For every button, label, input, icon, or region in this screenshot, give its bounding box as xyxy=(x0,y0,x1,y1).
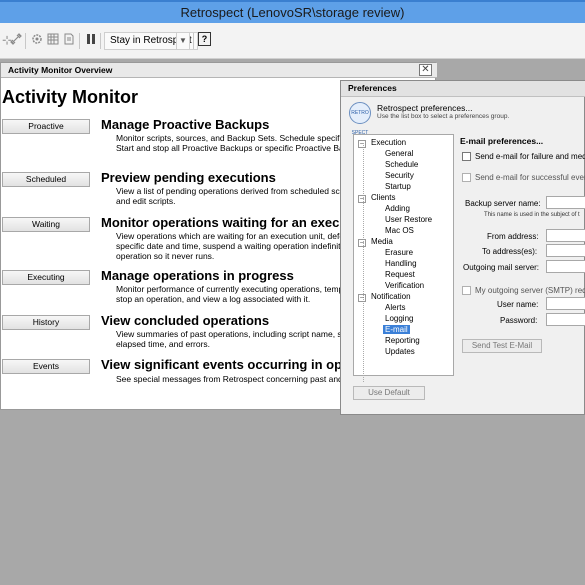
send-failure-checkbox[interactable] xyxy=(462,152,471,161)
activity-monitor-header-title: Activity Monitor Overview xyxy=(8,65,113,75)
username-input[interactable] xyxy=(546,297,585,310)
toolbar-separator xyxy=(100,33,101,49)
proactive-button[interactable]: Proactive xyxy=(2,119,90,134)
tree-item-logging[interactable]: Logging xyxy=(385,314,413,323)
send-failure-label: Send e-mail for failure and media r xyxy=(475,152,585,161)
from-address-input[interactable] xyxy=(546,229,585,242)
preferences-tree[interactable]: − Execution General Schedule Security St… xyxy=(353,134,454,382)
smtp-auth-checkbox[interactable] xyxy=(462,286,471,295)
stay-dropdown-chevron-down-icon[interactable]: ▼ xyxy=(176,32,190,50)
section-heading: Manage Proactive Backups xyxy=(101,117,270,132)
backup-server-note: This name is used in the subject of t xyxy=(484,212,580,218)
preferences-heading: Retrospect preferences... xyxy=(377,103,473,113)
preferences-subheading: Use the list box to select a preferences… xyxy=(377,113,510,120)
tree-item-mac-os[interactable]: Mac OS xyxy=(385,226,414,235)
tree-category-clients[interactable]: Clients xyxy=(371,193,395,202)
tree-item-user-restore[interactable]: User Restore xyxy=(385,215,432,224)
tree-connector xyxy=(363,145,364,382)
tree-category-execution[interactable]: Execution xyxy=(371,138,406,147)
link-icon[interactable] xyxy=(9,33,23,47)
username-label: User name: xyxy=(497,300,539,309)
tree-item-handling[interactable]: Handling xyxy=(385,259,417,268)
send-test-email-button[interactable]: Send Test E-Mail xyxy=(462,339,542,353)
tree-item-erasure[interactable]: Erasure xyxy=(385,248,413,257)
section-heading: Manage operations in progress xyxy=(101,268,294,283)
executing-button[interactable]: Executing xyxy=(2,270,90,285)
tree-item-general[interactable]: General xyxy=(385,149,413,158)
tree-category-media[interactable]: Media xyxy=(371,237,393,246)
activity-monitor-header: Activity Monitor Overview ✕ xyxy=(1,63,437,78)
waiting-button[interactable]: Waiting xyxy=(2,217,90,232)
document-icon[interactable] xyxy=(62,33,76,47)
tree-item-reporting[interactable]: Reporting xyxy=(385,336,420,345)
password-label: Password: xyxy=(500,316,538,325)
section-heading: Preview pending executions xyxy=(101,170,276,185)
help-icon[interactable]: ? xyxy=(198,32,211,46)
toolbar-separator xyxy=(79,33,80,49)
to-address-input[interactable] xyxy=(546,244,585,257)
collapse-icon[interactable]: − xyxy=(358,294,366,302)
smtp-auth-label: My outgoing server (SMTP) requir xyxy=(475,286,585,295)
scheduled-button[interactable]: Scheduled xyxy=(2,172,90,187)
collapse-icon[interactable]: − xyxy=(358,239,366,247)
tree-item-adding[interactable]: Adding xyxy=(385,204,410,213)
tree-item-schedule[interactable]: Schedule xyxy=(385,160,418,169)
preferences-title: Preferences xyxy=(348,83,397,93)
toolbar-separator xyxy=(193,33,194,49)
from-address-label: From address: xyxy=(487,232,539,241)
close-icon[interactable]: ✕ xyxy=(419,64,432,76)
tree-item-security[interactable]: Security xyxy=(385,171,414,180)
to-address-label: To address(es): xyxy=(482,247,538,256)
mail-server-input[interactable] xyxy=(546,260,585,273)
tree-item-email[interactable]: E-mail xyxy=(383,325,410,334)
page-title: Activity Monitor xyxy=(2,87,139,107)
backup-server-label: Backup server name: xyxy=(465,199,541,208)
gear-icon[interactable] xyxy=(30,33,44,47)
use-default-button[interactable]: Use Default xyxy=(353,386,425,400)
password-input[interactable] xyxy=(546,313,585,326)
toolbar-separator xyxy=(25,33,26,49)
preferences-dialog: Preferences RETRO SPECT Retrospect prefe… xyxy=(340,80,585,415)
window-title-bar: Retrospect (LenovoSR\storage review) xyxy=(0,0,585,23)
tree-item-alerts[interactable]: Alerts xyxy=(385,303,405,312)
retrospect-logo: RETRO SPECT xyxy=(349,102,371,136)
preferences-header: Preferences xyxy=(341,81,585,97)
send-success-label: Send e-mail for successful events xyxy=(475,173,585,182)
collapse-icon[interactable]: − xyxy=(358,140,366,148)
backup-server-input[interactable] xyxy=(546,196,585,209)
toolbar: ⊹ Stay in Retrospect ▼ ? xyxy=(0,23,585,59)
collapse-icon[interactable]: − xyxy=(358,195,366,203)
tree-category-notification[interactable]: Notification xyxy=(371,292,411,301)
send-success-checkbox[interactable] xyxy=(462,173,471,182)
section-heading: View concluded operations xyxy=(101,313,270,328)
events-button[interactable]: Events xyxy=(2,359,90,374)
pause-icon[interactable] xyxy=(84,33,98,47)
tree-item-startup[interactable]: Startup xyxy=(385,182,411,191)
grid-icon[interactable] xyxy=(46,33,60,47)
mail-server-label: Outgoing mail server: xyxy=(463,263,540,272)
history-button[interactable]: History xyxy=(2,315,90,330)
email-section-title: E-mail preferences... xyxy=(460,136,544,146)
window-title: Retrospect (LenovoSR\storage review) xyxy=(180,5,405,20)
tree-item-verification[interactable]: Verification xyxy=(385,281,424,290)
tree-item-request[interactable]: Request xyxy=(385,270,415,279)
tree-item-updates[interactable]: Updates xyxy=(385,347,415,356)
